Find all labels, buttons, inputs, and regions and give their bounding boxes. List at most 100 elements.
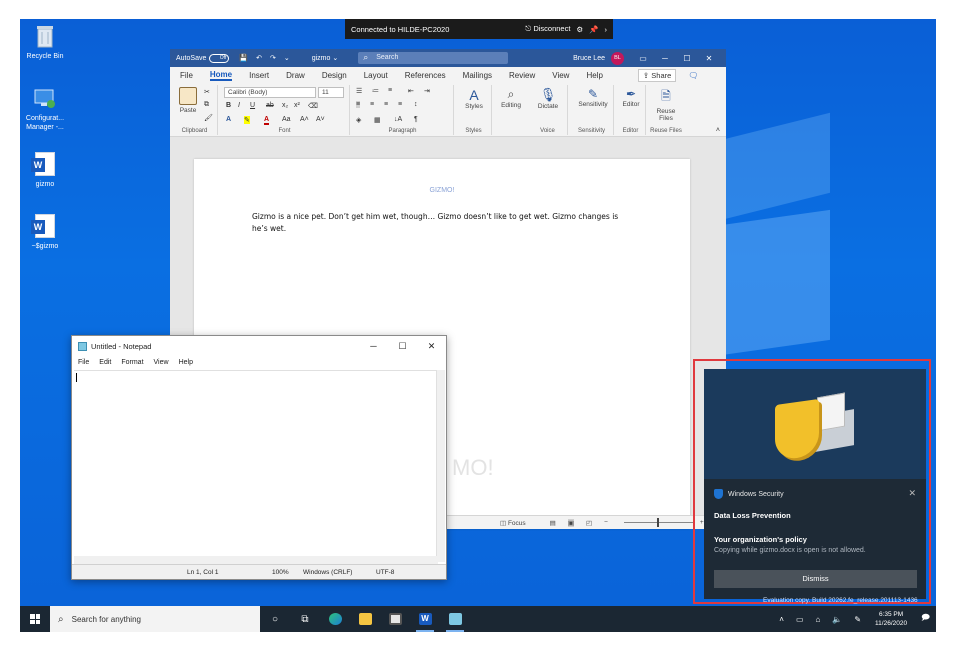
bullets-icon[interactable]: ☰ [356, 87, 362, 95]
notepad-icon[interactable] [440, 606, 470, 632]
maximize-button[interactable]: ☐ [388, 341, 417, 352]
maximize-button[interactable]: ☐ [676, 54, 698, 63]
text-effects-icon[interactable]: A [226, 116, 231, 123]
volume-icon[interactable]: 🔈 [832, 615, 842, 624]
tab-design[interactable]: Design [322, 71, 347, 80]
align-left-icon[interactable]: ≡ [356, 101, 361, 108]
desktop-icon-recycle-bin[interactable]: Recycle Bin [20, 23, 70, 61]
tab-help[interactable]: Help [586, 71, 602, 80]
font-size-select[interactable]: 11 [318, 87, 344, 98]
redo-icon[interactable]: ↷ [270, 54, 276, 62]
zoom-out-icon[interactable]: − [604, 519, 608, 526]
tab-view[interactable]: View [552, 71, 569, 80]
horizontal-scrollbar[interactable] [74, 556, 438, 564]
font-name-select[interactable]: Calibri (Body) [224, 87, 316, 98]
decrease-indent-icon[interactable]: ⇤ [408, 87, 414, 95]
battery-icon[interactable]: ▭ [796, 615, 804, 624]
file-explorer-icon[interactable] [350, 606, 380, 632]
menu-format[interactable]: Format [121, 359, 143, 366]
save-icon[interactable]: 💾 [239, 54, 248, 62]
clear-formatting-icon[interactable]: ⌫ [308, 102, 318, 110]
tab-file[interactable]: File [180, 71, 193, 80]
desktop-icon-gizmo[interactable]: gizmo [20, 151, 70, 189]
multilevel-list-icon[interactable]: ≡ [388, 87, 392, 94]
minimize-button[interactable]: ─ [359, 341, 388, 351]
word-search-box[interactable]: Search [358, 51, 509, 64]
menu-view[interactable]: View [154, 359, 169, 366]
numbering-icon[interactable]: ≔ [372, 87, 379, 95]
strikethrough-icon[interactable]: ab [266, 102, 274, 109]
pen-icon[interactable]: ✎ [854, 615, 861, 624]
dismiss-button[interactable]: Dismiss [714, 570, 917, 588]
store-icon[interactable] [380, 606, 410, 632]
notepad-text-area[interactable] [74, 370, 436, 556]
reuse-files-button[interactable]: 🗎 Reuse Files [650, 87, 682, 122]
gear-icon[interactable]: ⚙ [576, 25, 583, 34]
disconnect-button[interactable]: ⎋ Disconnect [525, 24, 570, 34]
superscript-icon[interactable]: x² [294, 102, 300, 109]
subscript-icon[interactable]: x₂ [282, 102, 288, 109]
collapse-ribbon-icon[interactable]: ˄ [716, 127, 720, 134]
line-spacing-icon[interactable]: ↕ [414, 101, 418, 108]
ribbon-display-icon[interactable]: ▭ [632, 54, 654, 63]
show-formatting-icon[interactable]: ¶ [414, 116, 418, 123]
zoom-slider[interactable] [623, 518, 694, 527]
menu-file[interactable]: File [78, 359, 89, 366]
tab-references[interactable]: References [405, 71, 446, 80]
bold-icon[interactable]: B [226, 102, 231, 109]
shading-icon[interactable]: ◈ [356, 116, 361, 124]
start-button[interactable] [20, 606, 50, 632]
tab-review[interactable]: Review [509, 71, 535, 80]
read-mode-icon[interactable]: ▤ [550, 519, 556, 527]
styles-button[interactable]: A Styles [458, 87, 490, 110]
pin-icon[interactable]: 📌 [589, 25, 598, 34]
justify-icon[interactable]: ≡ [398, 101, 402, 108]
editor-button[interactable]: ✒ Editor [616, 87, 646, 108]
word-icon[interactable]: W [410, 606, 440, 632]
chevron-right-icon[interactable]: › [605, 25, 608, 34]
comments-icon[interactable]: 🗨 [688, 71, 698, 80]
borders-icon[interactable]: ▦ [374, 116, 381, 124]
network-icon[interactable]: ⌂ [816, 615, 821, 624]
cortana-icon[interactable]: ○ [260, 606, 290, 632]
desktop-icon-temp-gizmo[interactable]: ~$gizmo [20, 213, 70, 251]
change-case-icon[interactable]: Aa [282, 116, 291, 123]
sort-icon[interactable]: ↓A [394, 116, 402, 123]
share-button[interactable]: ⇪ Share [637, 68, 677, 82]
shrink-font-icon[interactable]: A˅ [316, 116, 325, 123]
document-body[interactable]: Gizmo is a nice pet. Don’t get him wet, … [252, 211, 632, 235]
web-layout-icon[interactable]: ◰ [586, 519, 592, 527]
menu-help[interactable]: Help [179, 359, 193, 366]
undo-icon[interactable]: ↶ [256, 54, 262, 62]
task-view-icon[interactable]: ⧉ [290, 606, 320, 632]
close-button[interactable]: ✕ [698, 54, 720, 63]
avatar[interactable]: BL [611, 51, 624, 65]
font-color-icon[interactable]: A [264, 116, 270, 125]
minimize-button[interactable]: ─ [654, 54, 676, 63]
focus-button[interactable]: ◫ Focus [500, 519, 538, 527]
vertical-scrollbar[interactable] [436, 370, 445, 562]
customize-toolbar-icon[interactable]: ⌄ [284, 54, 290, 62]
format-painter-icon[interactable]: 🖌 [204, 114, 213, 122]
tab-insert[interactable]: Insert [249, 71, 269, 80]
tab-mailings[interactable]: Mailings [463, 71, 492, 80]
increase-indent-icon[interactable]: ⇥ [424, 87, 430, 95]
underline-icon[interactable]: U [250, 102, 255, 109]
autosave-toggle[interactable]: Off [209, 53, 230, 63]
cut-icon[interactable]: ✂ [204, 88, 210, 96]
italic-icon[interactable]: I [238, 102, 240, 109]
editing-button[interactable]: ⌕ Editing [495, 87, 527, 109]
edge-icon[interactable] [320, 606, 350, 632]
chevron-up-icon[interactable]: ˄ [779, 615, 784, 624]
taskbar-search-box[interactable]: ⌕ Search for anything [50, 606, 260, 632]
menu-edit[interactable]: Edit [99, 359, 111, 366]
tab-home[interactable]: Home [209, 70, 233, 81]
desktop-icon-configuration-manager[interactable]: Configurat... Manager -... [20, 85, 70, 132]
sensitivity-button[interactable]: ✎ Sensitivity [574, 87, 612, 108]
close-button[interactable]: ✕ [417, 341, 446, 352]
dictate-button[interactable]: 🎙 Dictate [532, 87, 564, 110]
align-right-icon[interactable]: ≡ [384, 101, 388, 108]
highlight-icon[interactable]: ✎ [244, 116, 250, 124]
copy-icon[interactable]: ⧉ [204, 101, 209, 109]
align-center-icon[interactable]: ≡ [370, 101, 374, 108]
